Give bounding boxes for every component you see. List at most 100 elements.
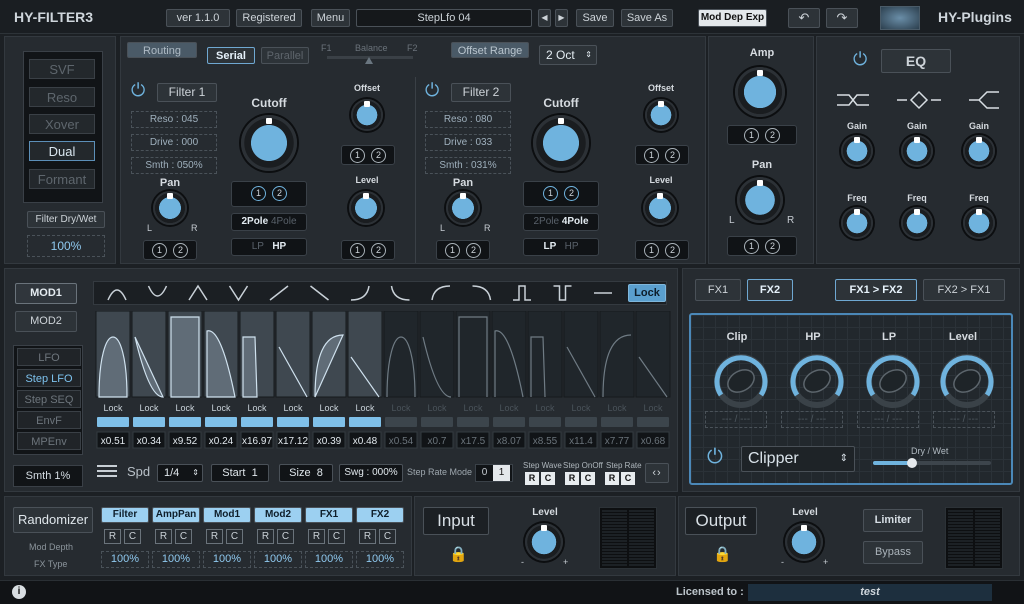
rand-depth-value[interactable]: 100% <box>305 551 353 568</box>
mod-slot-2[interactable]: 2 <box>272 186 287 201</box>
mod-slot-1[interactable]: 1 <box>445 243 460 258</box>
fx-level-knob[interactable] <box>940 354 994 408</box>
rand-c-button[interactable]: C <box>124 529 141 544</box>
swing-field[interactable]: Swg : 000% <box>339 464 403 482</box>
mod-slot-2[interactable]: 2 <box>665 243 680 258</box>
fx-hp-mod[interactable]: --- / --- <box>781 411 843 428</box>
rand-r-button[interactable]: R <box>104 529 121 544</box>
step-onoff-toggle[interactable] <box>97 417 129 427</box>
fx-level-mod[interactable]: --- / --- <box>933 411 995 428</box>
output-level-knob[interactable] <box>785 523 823 561</box>
rand-filter-button[interactable]: Filter <box>101 507 149 523</box>
filter1-offset-knob[interactable] <box>351 99 383 131</box>
rand-r-button[interactable]: R <box>308 529 325 544</box>
filter-dry-wet-value[interactable]: 100% <box>27 235 105 257</box>
log-up-icon[interactable] <box>431 285 451 301</box>
step-onoff-toggle[interactable] <box>349 417 381 427</box>
filter1-lp[interactable]: LP <box>252 241 264 252</box>
step-onoff-r[interactable]: R <box>565 472 579 485</box>
filter2-pole-switch[interactable]: 2Pole 4Pole <box>523 213 599 231</box>
step-column[interactable]: Lock x0.7 <box>419 311 455 449</box>
sine-down-icon[interactable] <box>147 285 168 297</box>
mod-slot-2[interactable]: 2 <box>371 148 386 163</box>
fx2-to-fx1-button[interactable]: FX2 > FX1 <box>923 279 1005 301</box>
mod-slot-1[interactable]: 1 <box>644 148 659 163</box>
fx-clip-knob[interactable] <box>714 354 768 408</box>
mod-slot-2[interactable]: 2 <box>564 186 579 201</box>
rand-r-button[interactable]: R <box>206 529 223 544</box>
eq-gain2-knob[interactable] <box>901 135 933 167</box>
save-button[interactable]: Save <box>576 9 614 27</box>
step-lock-label[interactable]: Lock <box>175 403 195 413</box>
source-mpenv[interactable]: MPEnv <box>17 432 81 450</box>
step-onoff-toggle[interactable] <box>385 417 417 427</box>
rand-fx2-button[interactable]: FX2 <box>356 507 404 523</box>
step-lock-label[interactable]: Lock <box>427 403 447 413</box>
rand-depth-value[interactable]: 100% <box>101 551 149 568</box>
step-wave-r[interactable]: R <box>525 472 539 485</box>
log-down-icon[interactable] <box>472 285 492 301</box>
rand-c-button[interactable]: C <box>277 529 294 544</box>
step-onoff-toggle[interactable] <box>169 417 201 427</box>
amp-pan-knob[interactable] <box>737 177 783 223</box>
exp-up-icon[interactable] <box>350 285 370 301</box>
parallel-button[interactable]: Parallel <box>261 47 309 64</box>
amp-knob[interactable] <box>735 67 785 117</box>
square-up-icon[interactable] <box>513 285 531 301</box>
source-step-lfo[interactable]: Step LFO <box>17 369 81 387</box>
step-lock-label[interactable]: Lock <box>463 403 483 413</box>
step-onoff-toggle[interactable] <box>601 417 633 427</box>
mod-slot-2[interactable]: 2 <box>173 243 188 258</box>
step-lock-label[interactable]: Lock <box>391 403 411 413</box>
filter2-power-icon[interactable]: ⏻ <box>425 81 439 99</box>
mod2-button[interactable]: MOD2 <box>15 311 77 332</box>
menu-button[interactable]: Menu <box>311 9 350 27</box>
undo-icon[interactable]: ↶ <box>788 8 820 28</box>
step-column[interactable]: Lock x17.5 <box>455 311 491 449</box>
step-onoff-toggle[interactable] <box>493 417 525 427</box>
fx-type-select[interactable]: Clipper ⇕ <box>741 446 855 472</box>
step-column[interactable]: Lock x0.39 <box>311 311 347 449</box>
filter2-smth[interactable]: Smth : 031% <box>425 157 511 174</box>
step-onoff-toggle[interactable] <box>133 417 165 427</box>
step-onoff-toggle[interactable] <box>565 417 597 427</box>
fx-lp-mod[interactable]: --- / --- <box>857 411 919 428</box>
step-onoff-c[interactable]: C <box>581 472 595 485</box>
step-column[interactable]: Lock x8.07 <box>491 311 527 449</box>
step-onoff-toggle[interactable] <box>313 417 345 427</box>
serial-button[interactable]: Serial <box>207 47 255 64</box>
output-lock-icon[interactable]: 🔒 <box>713 545 732 563</box>
source-envf[interactable]: EnvF <box>17 411 81 429</box>
step-lock-label[interactable]: Lock <box>283 403 303 413</box>
source-step-seq[interactable]: Step SEQ <box>17 390 81 408</box>
filter1-drive[interactable]: Drive : 000 <box>131 134 217 151</box>
rand-r-button[interactable]: R <box>155 529 172 544</box>
type-svf[interactable]: SVF <box>29 59 95 79</box>
menu-lines-icon[interactable] <box>97 465 117 479</box>
filter1-hp[interactable]: HP <box>272 241 286 252</box>
step-lock-label[interactable]: Lock <box>247 403 267 413</box>
filter2-level-knob[interactable] <box>643 191 677 225</box>
srm-0[interactable]: 0 <box>476 465 493 481</box>
step-lock-label[interactable]: Lock <box>499 403 519 413</box>
rand-depth-value[interactable]: 100% <box>152 551 200 568</box>
randomizer-button[interactable]: Randomizer <box>13 507 93 533</box>
balance-slider-thumb[interactable] <box>365 57 373 64</box>
info-icon[interactable]: i <box>12 585 26 599</box>
type-dual[interactable]: Dual <box>29 141 95 161</box>
registered-button[interactable]: Registered <box>236 9 302 27</box>
rand-c-button[interactable]: C <box>226 529 243 544</box>
ramp-down-icon[interactable] <box>310 285 329 301</box>
fx1-button[interactable]: FX1 <box>695 279 741 301</box>
filter2-hp[interactable]: HP <box>565 241 579 252</box>
source-lfo[interactable]: LFO <box>17 348 81 366</box>
filter1-level-knob[interactable] <box>349 191 383 225</box>
wave-shape-icons[interactable] <box>96 282 626 304</box>
step-column[interactable]: Lock x7.77 <box>599 311 635 449</box>
exp-down-icon[interactable] <box>390 285 410 301</box>
input-level-knob[interactable] <box>525 523 563 561</box>
filter2-reso[interactable]: Reso : 080 <box>425 111 511 128</box>
filter1-4pole[interactable]: 4Pole <box>271 216 297 227</box>
step-sequencer[interactable]: Lockx0.51Lockx0.34Lockx9.52Lockx0.24Lock… <box>95 311 671 461</box>
step-rate-r[interactable]: R <box>605 472 619 485</box>
